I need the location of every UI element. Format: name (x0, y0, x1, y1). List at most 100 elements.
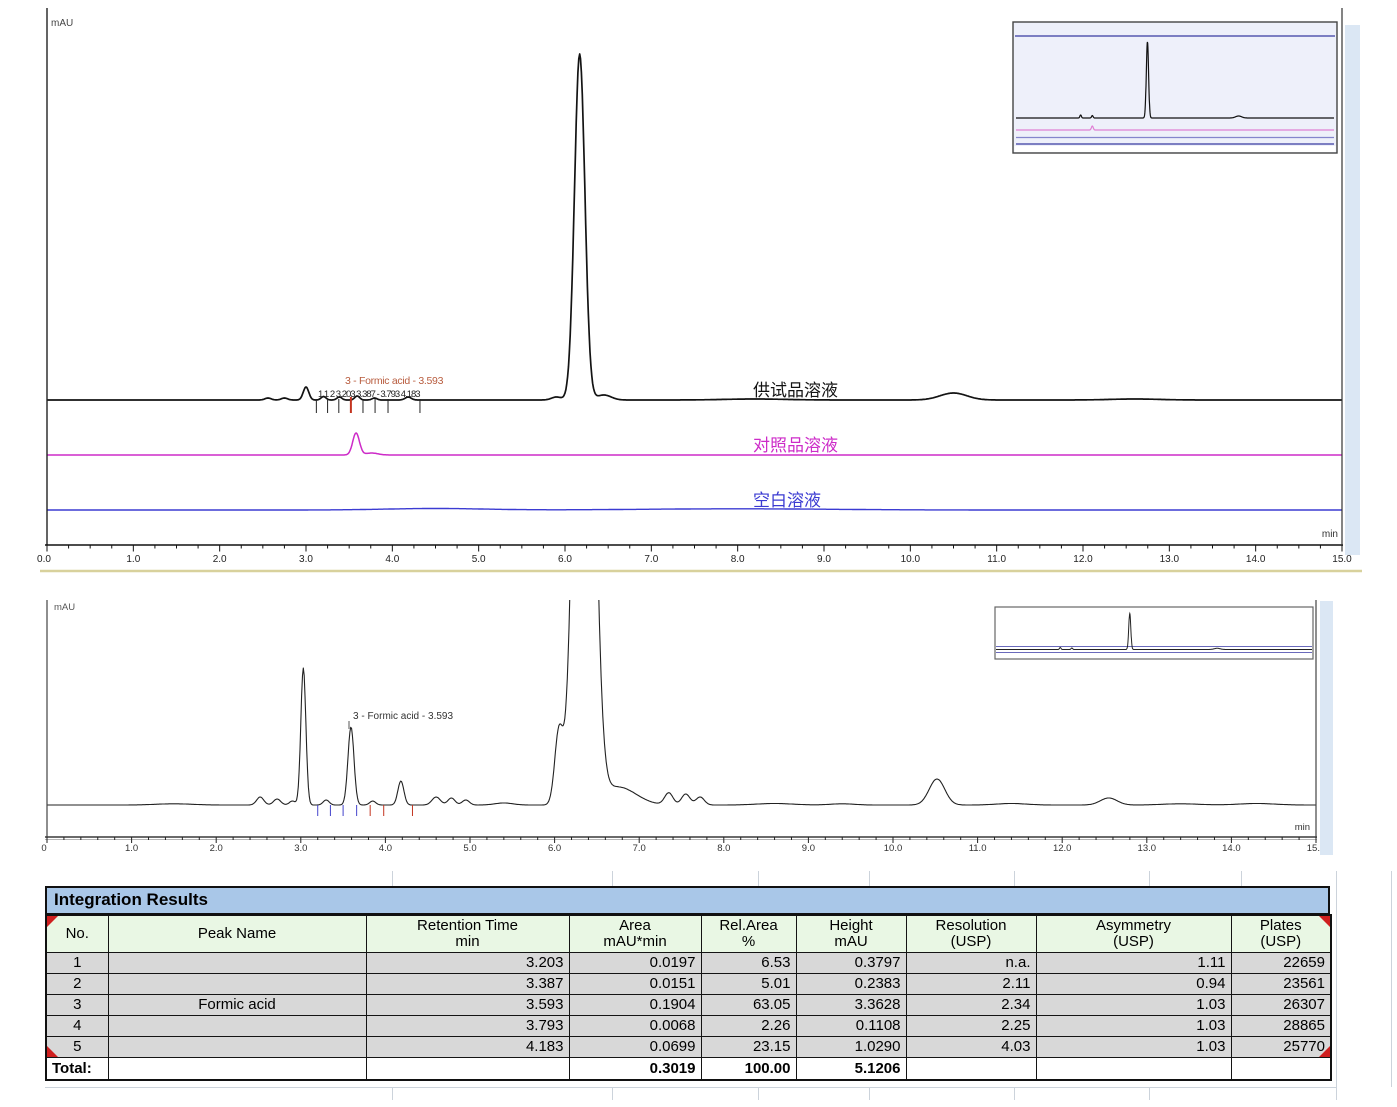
gridline (1014, 1088, 1015, 1100)
cell-total-label: Total: (46, 1057, 108, 1080)
table-row: 54.1830.069923.151.02904.031.0325770 (46, 1036, 1331, 1057)
column-header-asymmetry: Asymmetry(USP) (1036, 915, 1231, 952)
gridline (1149, 871, 1150, 886)
x-tick-label: 13.0 (1138, 843, 1157, 854)
x-tick-label: 7.0 (644, 554, 658, 565)
cell-retention-time: 3.593 (366, 994, 569, 1015)
gridline (1149, 1088, 1150, 1100)
integration-results-table: Integration Results No.Peak NameRetentio… (45, 886, 1330, 1081)
results-table: No.Peak NameRetention TimeminAreamAU*min… (45, 914, 1332, 1081)
x-tick-label: 14.0 (1246, 554, 1266, 565)
x-tick-label: 0.0 (37, 554, 51, 565)
gridline (1336, 886, 1337, 1087)
x-axis-unit-label: min (1322, 529, 1338, 540)
x-tick-label: 1.0 (126, 554, 140, 565)
chromatography-report: 0.0 1.0 2.0 3.0 4.0 5.0 6.0 7.0 8.0 9.0 10.0 11.0 12… (0, 0, 1397, 1107)
x-tick-label: 5.0 (472, 554, 486, 565)
cell-empty (366, 1057, 569, 1080)
cell-asymmetry: 1.03 (1036, 1036, 1231, 1057)
cell-plates: 23561 (1231, 973, 1331, 994)
cell-retention-time: 3.387 (366, 973, 569, 994)
gridline (869, 871, 870, 886)
x-tick-label: 4.0 (379, 843, 392, 854)
gridline (45, 1087, 1337, 1088)
red-corner-marker (47, 916, 58, 927)
cell-no: 4 (46, 1015, 108, 1036)
x-tick-label: 10.0 (901, 554, 921, 565)
cell-peak-name (108, 973, 366, 994)
x-tick-label: 2.0 (213, 554, 227, 565)
red-corner-marker (1319, 1046, 1330, 1057)
cell-no: 2 (46, 973, 108, 994)
cell-height: 3.3628 (796, 994, 906, 1015)
x-axis-unit-label: min (1295, 822, 1310, 833)
cell-resolution: 2.25 (906, 1015, 1036, 1036)
cell-rel-area: 5.01 (701, 973, 796, 994)
column-header-plates: Plates(USP) (1231, 915, 1331, 952)
table-total-row: Total:0.3019100.005.1206 (46, 1057, 1331, 1080)
y-axis-unit-label: mAU (54, 602, 75, 613)
cell-empty (1036, 1057, 1231, 1080)
x-tick-label: 8.0 (731, 554, 745, 565)
x-tick-label: 5.0 (463, 843, 476, 854)
cell-peak-name: Formic acid (108, 994, 366, 1015)
x-tick-label: 11.0 (969, 843, 987, 854)
cell-height: 0.2383 (796, 973, 906, 994)
cell-height: 1.0290 (796, 1036, 906, 1057)
x-tick-label: 1.0 (125, 843, 138, 854)
gridline (612, 1088, 613, 1100)
zoomed-chromatogram-chart: 01.02.03.04.05.06.07.08.09.010.011.012.0… (0, 580, 1397, 870)
inset-thumbnail-box (995, 607, 1313, 659)
x-tick-label: 6.0 (548, 843, 561, 854)
formic-acid-peak-label: 3 - Formic acid - 3.593 (353, 711, 453, 722)
x-tick-label: 0 (41, 843, 46, 854)
gridline (869, 1088, 870, 1100)
x-tick-label: 2.0 (210, 843, 223, 854)
table-row: 43.7930.00682.260.11082.251.0328865 (46, 1015, 1331, 1036)
x-tick-label: 14.0 (1222, 843, 1241, 854)
gridline (1391, 871, 1392, 886)
gridline (392, 871, 393, 886)
cell-empty (1231, 1057, 1331, 1080)
table-row: 3Formic acid3.5930.190463.053.36282.341.… (46, 994, 1331, 1015)
x-tick-label: 12.0 (1073, 554, 1093, 565)
table-header-row: No.Peak NameRetention TimeminAreamAU*min… (46, 915, 1331, 952)
gridline (1336, 871, 1337, 886)
cell-retention-time: 3.203 (366, 952, 569, 973)
x-tick-label: 11.0 (987, 554, 1006, 565)
cell-plates: 22659 (1231, 952, 1331, 973)
right-gutter-strip (1320, 601, 1333, 855)
cell-asymmetry: 1.11 (1036, 952, 1231, 973)
cell-resolution: 2.34 (906, 994, 1036, 1015)
cell-area: 0.0068 (569, 1015, 701, 1036)
cell-no: 3 (46, 994, 108, 1015)
x-tick-label: 10.0 (884, 843, 903, 854)
inset-thumbnail-box (1013, 22, 1337, 153)
cell-area: 0.0151 (569, 973, 701, 994)
cell-rel-area: 6.53 (701, 952, 796, 973)
cell-empty (906, 1057, 1036, 1080)
cell-empty (108, 1057, 366, 1080)
x-tick-label: 9.0 (817, 554, 831, 565)
x-tick-label: 8.0 (717, 843, 730, 854)
gridline (1014, 871, 1015, 886)
y-axis-unit-label: mAU (51, 18, 73, 29)
overlay-chromatogram-chart: 0.01.02.03.04.05.06.07.08.09.010.011.012… (0, 0, 1397, 580)
column-header-no-: No. (46, 915, 108, 952)
cell-asymmetry: 0.94 (1036, 973, 1231, 994)
column-header-height: HeightmAU (796, 915, 906, 952)
x-tick-label: 7.0 (633, 843, 646, 854)
cell-rel-area: 63.05 (701, 994, 796, 1015)
cell-total-area: 0.3019 (569, 1057, 701, 1080)
cell-no: 5 (46, 1036, 108, 1057)
column-header-resolution: Resolution(USP) (906, 915, 1036, 952)
x-tick-label: 3.0 (294, 843, 307, 854)
cell-rel-area: 23.15 (701, 1036, 796, 1057)
cell-plates: 28865 (1231, 1015, 1331, 1036)
cell-plates: 25770 (1231, 1036, 1331, 1057)
cell-resolution: 2.11 (906, 973, 1036, 994)
x-tick-label: 13.0 (1160, 554, 1180, 565)
trace-blank (47, 509, 1342, 511)
cell-retention-time: 3.793 (366, 1015, 569, 1036)
table-row: 13.2030.01976.530.3797n.a.1.1122659 (46, 952, 1331, 973)
